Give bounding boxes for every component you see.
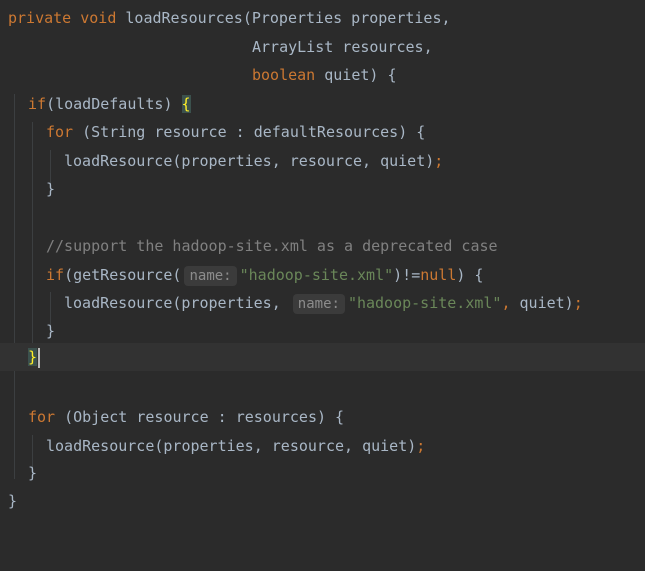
method-name: loadResources: [125, 9, 243, 27]
code-text: ) {: [456, 266, 484, 284]
string-literal: "hadoop-site.xml": [347, 294, 502, 312]
code-line[interactable]: private void loadResources(Properties pr…: [0, 4, 645, 32]
semicolon: ;: [573, 294, 583, 312]
code-line[interactable]: loadResource(properties, resource, quiet…: [0, 432, 645, 460]
code-text: (String resource : defaultResources) {: [73, 123, 426, 141]
code-text: (getResource(: [64, 266, 182, 284]
code-line[interactable]: for (Object resource : resources) {: [0, 403, 645, 431]
code-line[interactable]: loadResource(properties, name: "hadoop-si…: [0, 289, 645, 317]
code-text: }: [8, 492, 18, 510]
code-text: }: [46, 322, 56, 340]
code-line[interactable]: if(loadDefaults) {: [0, 90, 645, 118]
semicolon: ;: [416, 437, 426, 455]
keyword: if: [28, 95, 47, 113]
code-text: quiet): [510, 294, 574, 312]
keyword: if: [46, 266, 65, 284]
keyword: null: [420, 266, 457, 284]
code-text: (Object resource : resources) {: [55, 408, 345, 426]
code-text: }: [46, 180, 56, 198]
code-line[interactable]: }: [0, 175, 645, 203]
code-line[interactable]: boolean quiet) {: [0, 61, 645, 89]
code-editor[interactable]: private void loadResources(Properties pr…: [0, 0, 645, 519]
code-text: loadResource(properties,: [64, 294, 290, 312]
matched-brace: {: [181, 95, 191, 113]
code-text: ArrayList resources,: [252, 38, 433, 56]
parameter-hint: name:: [292, 294, 345, 314]
code-text: (loadDefaults): [46, 95, 182, 113]
matched-brace: }: [28, 348, 38, 366]
keyword: boolean: [252, 66, 316, 84]
code-text: quiet) {: [315, 66, 397, 84]
current-line[interactable]: }: [0, 343, 645, 371]
semicolon: ;: [434, 152, 444, 170]
code-text: }: [28, 464, 38, 482]
code-line[interactable]: }: [0, 317, 645, 345]
keyword: for: [28, 408, 56, 426]
code-line[interactable]: //support the hadoop-site.xml as a depre…: [0, 232, 645, 260]
parameter-hint: name:: [184, 266, 237, 286]
code-line[interactable]: }: [0, 459, 645, 487]
code-text: loadResource(properties, resource, quiet…: [46, 437, 417, 455]
keyword: private: [8, 9, 72, 27]
keyword: void: [80, 9, 117, 27]
string-literal: "hadoop-site.xml": [239, 266, 394, 284]
code-line[interactable]: loadResource(properties, resource, quiet…: [0, 147, 645, 175]
code-line[interactable]: }: [0, 487, 645, 515]
code-line[interactable]: if(getResource(name: "hadoop-site.xml")!=…: [0, 261, 645, 289]
comment: //support the hadoop-site.xml as a depre…: [46, 237, 498, 255]
code-text: )!=: [393, 266, 421, 284]
keyword: for: [46, 123, 74, 141]
code-text: loadResource(properties, resource, quiet…: [64, 152, 435, 170]
code-line[interactable]: ArrayList resources,: [0, 33, 645, 61]
code-line[interactable]: for (String resource : defaultResources)…: [0, 118, 645, 146]
text-caret: [38, 347, 41, 368]
comma: ,: [501, 294, 511, 312]
code-text: (Properties properties,: [242, 9, 451, 27]
